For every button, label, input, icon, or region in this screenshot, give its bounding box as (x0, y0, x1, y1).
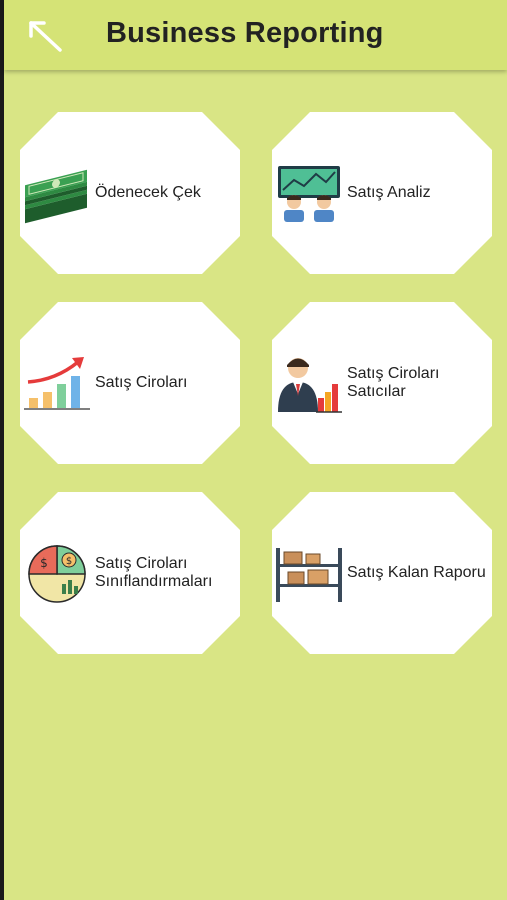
tile-label: Satış Analiz (347, 184, 431, 201)
back-button[interactable] (22, 14, 64, 56)
screen-edge (0, 0, 4, 900)
tile-satis-analiz[interactable]: Satış Analiz (272, 112, 492, 274)
tile-satis-kalan-raporu[interactable]: Satış Kalan Raporu (272, 492, 492, 654)
tile-label: Ödenecek Çek (95, 184, 201, 201)
money-stack-icon (25, 169, 87, 224)
tile-odenecek-cek[interactable]: Ödenecek Çek (20, 112, 240, 274)
tile-label: Satış Kalan Raporu (347, 564, 486, 581)
salesperson-chart-icon (278, 358, 342, 413)
tile-label: Satış Ciroları (95, 374, 188, 391)
app-bar: Business Reporting (4, 0, 507, 70)
arrow-up-left-icon (29, 21, 62, 52)
tile-label: Satış Ciroları Sınıflandırmaları (95, 555, 213, 590)
svg-text:$: $ (66, 556, 72, 567)
tile-satis-cirolari-siniflandirmalari[interactable]: $ $ Satış Ciroları Sınıflandırmaları (20, 492, 240, 654)
tile-satis-cirolari-saticilar[interactable]: Satış Ciroları Satıcılar (272, 302, 492, 464)
growth-chart-icon (24, 357, 90, 410)
warehouse-shelf-icon (276, 548, 342, 602)
team-analytics-icon (278, 166, 340, 222)
tile-label: Satış Ciroları Satıcılar (347, 365, 440, 400)
tile-satis-cirolari[interactable]: Satış Ciroları (20, 302, 240, 464)
svg-text:$: $ (40, 556, 48, 570)
page-title: Business Reporting (106, 17, 384, 49)
money-pie-icon: $ $ (28, 545, 86, 603)
